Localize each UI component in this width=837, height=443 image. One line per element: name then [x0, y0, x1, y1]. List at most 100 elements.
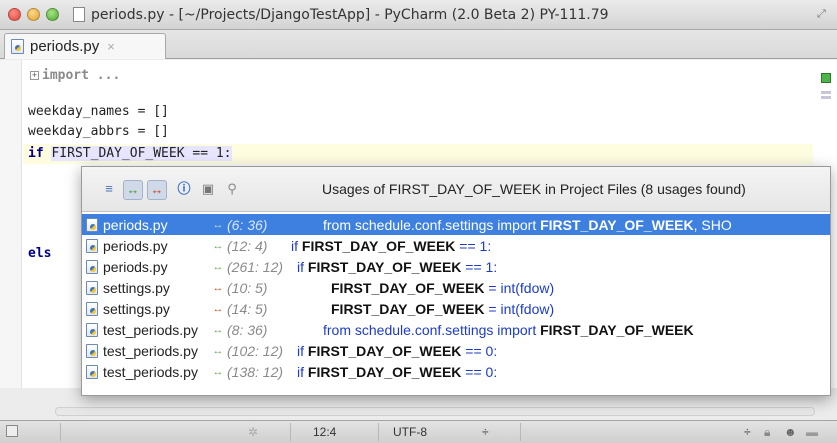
snippet-symbol: FIRST_DAY_OF_WEEK: [540, 216, 694, 233]
usage-position: (138: 12): [227, 363, 284, 380]
snippet-suffix: == 0:: [461, 342, 498, 359]
snippet-suffix: == 0:: [461, 363, 498, 380]
read-access-icon: ↔: [212, 218, 224, 231]
fullscreen-icon[interactable]: ⤢: [817, 8, 829, 20]
snippet-symbol: FIRST_DAY_OF_WEEK: [307, 342, 462, 359]
usages-popup-title: Usages of FIRST_DAY_OF_WEEK in Project F…: [322, 181, 746, 197]
usage-position: (10: 5): [227, 279, 268, 296]
snippet-prefix: from schedule.conf.settings import: [323, 216, 541, 233]
lock-icon[interactable]: 🔒︎: [764, 425, 770, 440]
tab-close-icon[interactable]: ×: [107, 39, 115, 54]
snippet-suffix: == 1:: [455, 237, 492, 254]
progress-icon: ✲: [248, 425, 259, 439]
snippet-symbol: FIRST_DAY_OF_WEEK: [540, 321, 694, 338]
tab-periods-py[interactable]: periods.py ×: [4, 33, 166, 59]
minimize-window-button[interactable]: [27, 8, 40, 21]
snippet-prefix: if: [291, 237, 302, 254]
python-file-icon: [86, 364, 98, 379]
usage-file-name: periods.py: [103, 216, 168, 233]
snippet-prefix: from schedule.conf.settings import: [323, 321, 541, 338]
python-file-icon: [86, 322, 98, 337]
tab-label: periods.py: [30, 38, 100, 55]
python-file-icon: [11, 39, 24, 54]
title-bar: periods.py - [~/Projects/DjangoTestApp] …: [0, 0, 837, 30]
usages-list[interactable]: periods.py ↔ (6: 36) from schedule.conf.set…: [82, 214, 830, 382]
usage-snippet: if FIRST_DAY_OF_WEEK == 1:: [291, 238, 491, 254]
status-bar: ✲ 12:4 UTF-8 ÷ ÷ 🔒︎ ☻ ▬: [0, 420, 837, 443]
usage-file-name: test_periods.py: [103, 342, 198, 359]
zoom-window-button[interactable]: [46, 8, 59, 21]
inspection-ok-icon[interactable]: [821, 73, 831, 83]
read-access-icon: ↔: [212, 344, 224, 357]
usage-file-name: settings.py: [103, 279, 170, 296]
import-statements-icon[interactable]: ▣: [198, 180, 218, 200]
snippet-symbol: FIRST_DAY_OF_WEEK: [301, 237, 456, 254]
document-icon: [73, 7, 85, 22]
find-icon[interactable]: ⚲: [222, 180, 242, 200]
snippet-prefix: if: [297, 342, 308, 359]
read-access-icon: ↔: [212, 260, 224, 273]
usage-position: (261: 12): [227, 258, 284, 275]
code-line-if: if FIRST_DAY_OF_WEEK == 1:: [28, 146, 232, 161]
usage-file-name: test_periods.py: [103, 363, 198, 380]
snippet-symbol: FIRST_DAY_OF_WEEK: [307, 363, 462, 380]
show-read-access-icon[interactable]: ↔: [123, 180, 143, 200]
usage-snippet: from schedule.conf.settings import FIRST…: [323, 322, 694, 338]
line-separator-dropdown-icon[interactable]: ÷: [744, 425, 751, 439]
window-controls: [8, 8, 59, 21]
error-stripe-mark[interactable]: [821, 96, 831, 99]
usage-file-name: test_periods.py: [103, 321, 198, 338]
error-stripe-mark[interactable]: [821, 91, 831, 94]
python-file-icon: [86, 259, 98, 274]
usage-row[interactable]: periods.py ↔ (12: 4) if FIRST_DAY_OF_WEEK =…: [82, 235, 830, 256]
show-write-access-icon[interactable]: ↔: [147, 180, 167, 200]
snippet-suffix: , SHO: [693, 216, 732, 233]
editor-gutter[interactable]: [0, 60, 22, 388]
python-file-icon: [86, 301, 98, 316]
usage-row[interactable]: periods.py ↔ (261: 12) if FIRST_DAY_OF_WEEK…: [82, 256, 830, 277]
fold-expand-icon[interactable]: +: [30, 71, 39, 80]
folded-imports[interactable]: import ...: [42, 68, 120, 83]
if-condition: FIRST_DAY_OF_WEEK == 1:: [51, 146, 232, 161]
usages-popup[interactable]: ≡ ↔ ↔ ⓘ ▣ ⚲ Usages of FIRST_DAY_OF_WEEK …: [81, 166, 831, 396]
usage-row[interactable]: test_periods.py ↔ (102: 12) if FIRST_DAY_OF…: [82, 340, 830, 361]
encoding-label[interactable]: UTF-8: [393, 425, 427, 439]
usage-row[interactable]: test_periods.py ↔ (138: 12) if FIRST_DAY_OF…: [82, 361, 830, 382]
usage-row[interactable]: periods.py ↔ (6: 36) from schedule.conf.set…: [82, 214, 830, 235]
usages-popup-header: ≡ ↔ ↔ ⓘ ▣ ⚲ Usages of FIRST_DAY_OF_WEEK …: [82, 167, 830, 212]
snippet-prefix: if: [297, 258, 308, 275]
if-keyword: if: [28, 146, 44, 161]
usage-snippet: if FIRST_DAY_OF_WEEK == 0:: [297, 343, 497, 359]
merge-usages-icon[interactable]: ≡: [99, 180, 119, 200]
snippet-suffix: == 1:: [461, 258, 498, 275]
snippet-suffix: = int(fdow): [484, 300, 555, 317]
info-icon[interactable]: ⓘ: [174, 180, 194, 200]
python-file-icon: [86, 238, 98, 253]
usage-row[interactable]: test_periods.py ↔ (8: 36) from schedule.con…: [82, 319, 830, 340]
caret-position[interactable]: 12:4: [313, 425, 336, 439]
encoding-dropdown-icon[interactable]: ÷: [482, 425, 489, 439]
usage-position: (6: 36): [227, 216, 268, 233]
snippet-symbol: FIRST_DAY_OF_WEEK: [331, 300, 485, 317]
horizontal-scrollbar[interactable]: [55, 407, 815, 416]
read-access-icon: ↔: [212, 239, 224, 252]
event-log-icon[interactable]: ▬: [806, 425, 818, 439]
close-window-button[interactable]: [8, 8, 21, 21]
usage-row[interactable]: settings.py ↔ (10: 5) FIRST_DAY_OF_WEEK = i…: [82, 277, 830, 298]
usage-position: (8: 36): [227, 321, 268, 338]
tool-windows-toggle-icon[interactable]: [6, 425, 18, 437]
usage-snippet: if FIRST_DAY_OF_WEEK == 0:: [297, 364, 497, 380]
status-separator: [60, 423, 61, 441]
usage-position: (14: 5): [227, 300, 268, 317]
editor-tab-bar: periods.py ×: [0, 30, 837, 59]
usage-snippet: FIRST_DAY_OF_WEEK = int(fdow): [331, 280, 554, 296]
usage-row[interactable]: settings.py ↔ (14: 5) FIRST_DAY_OF_WEEK = i…: [82, 298, 830, 319]
inspector-icon[interactable]: ☻: [784, 425, 797, 439]
snippet-suffix: = int(fdow): [484, 279, 555, 296]
status-separator: [520, 423, 521, 441]
usage-snippet: if FIRST_DAY_OF_WEEK == 1:: [297, 259, 497, 275]
code-line: weekday_names = []: [28, 104, 169, 119]
status-separator: [290, 423, 291, 441]
python-file-icon: [86, 280, 98, 295]
snippet-symbol: FIRST_DAY_OF_WEEK: [307, 258, 462, 275]
